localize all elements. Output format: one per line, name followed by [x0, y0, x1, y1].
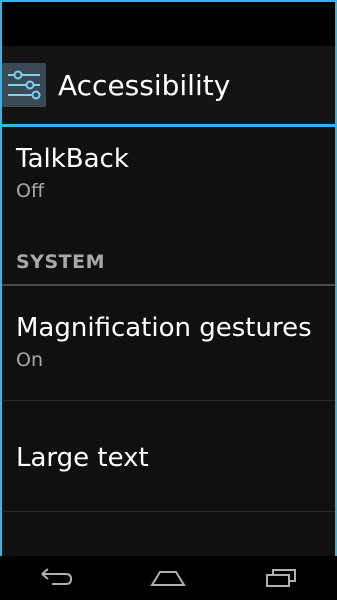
settings-list: TalkBack Off SYSTEM Magnification gestur… — [2, 127, 335, 556]
item-summary: Off — [16, 180, 45, 202]
list-divider — [2, 511, 335, 512]
status-bar — [2, 2, 335, 44]
item-label: Large text — [16, 443, 149, 473]
item-summary: On — [16, 349, 43, 371]
action-bar: Accessibility — [2, 46, 335, 124]
recents-icon[interactable] — [246, 556, 316, 600]
home-icon[interactable] — [133, 556, 203, 600]
settings-sliders-icon[interactable] — [2, 63, 46, 107]
item-label: Magnification gestures — [16, 313, 312, 343]
settings-screen: Accessibility TalkBack Off SYSTEM Magnif… — [0, 0, 337, 556]
list-item-magnification-gestures[interactable]: Magnification gestures On — [16, 312, 335, 402]
section-header-system: SYSTEM — [16, 251, 105, 273]
section-divider — [2, 284, 335, 286]
page-title: Accessibility — [58, 68, 231, 102]
list-item-large-text[interactable]: Large text — [16, 442, 335, 502]
item-label: TalkBack — [16, 144, 129, 174]
list-item-talkback[interactable]: TalkBack Off — [16, 143, 335, 233]
list-divider — [2, 400, 335, 401]
back-icon[interactable] — [21, 556, 91, 600]
navigation-bar — [0, 556, 337, 600]
